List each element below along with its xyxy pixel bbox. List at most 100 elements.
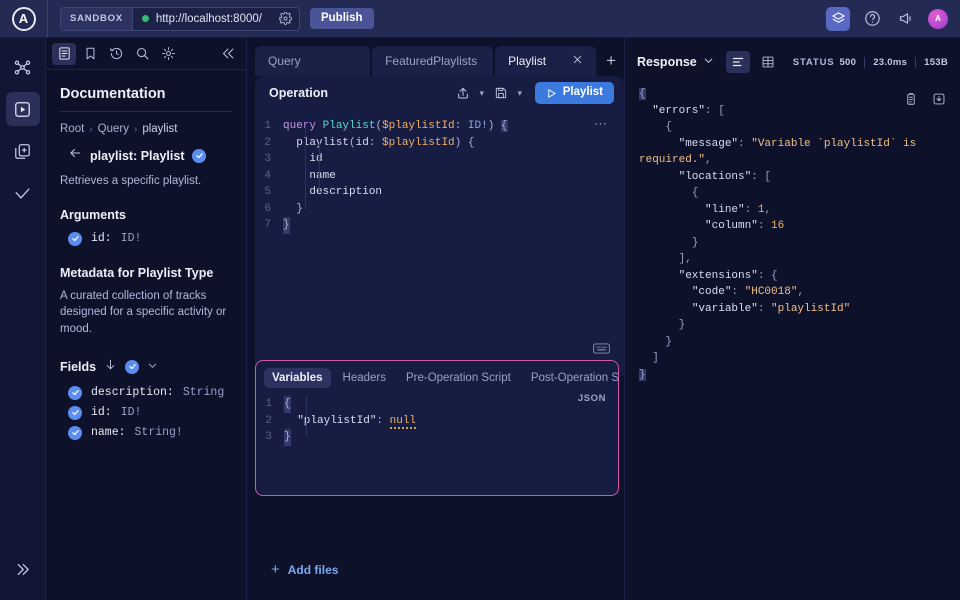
- check-circle-icon[interactable]: [125, 360, 139, 374]
- fields-label: Fields: [60, 360, 96, 374]
- tab-featuredplaylists[interactable]: FeaturedPlaylists: [372, 46, 493, 76]
- close-icon[interactable]: [572, 54, 583, 68]
- documentation-field-name: playlist: Playlist: [90, 149, 184, 163]
- breadcrumb-item-root[interactable]: Root: [60, 123, 84, 135]
- sandbox-badge: SANDBOX: [61, 8, 133, 30]
- breadcrumb-item-query[interactable]: Query: [98, 123, 129, 135]
- documentation-description: Retrieves a specific playlist.: [60, 171, 232, 190]
- field-row[interactable]: description: String: [60, 383, 232, 403]
- variables-editor[interactable]: JSON 1 { 2 "playlistId": null 3 }: [256, 388, 618, 446]
- variables-tab-bar: Variables Headers Pre-Operation Script P…: [256, 361, 618, 388]
- response-line: required.",: [625, 152, 960, 169]
- keyboard-icon[interactable]: [593, 342, 610, 360]
- response-line: "code": "HC0018",: [625, 284, 960, 301]
- field-name: name:: [91, 426, 126, 439]
- megaphone-icon[interactable]: [894, 7, 918, 31]
- code-line: 2 "playlistId": null: [256, 413, 618, 430]
- chevron-down-icon[interactable]: [703, 53, 714, 71]
- avatar[interactable]: A: [928, 9, 948, 29]
- code-line: 3 }: [256, 429, 618, 446]
- response-tools: [904, 92, 946, 111]
- top-bar-actions: A: [826, 7, 960, 31]
- response-line: ]: [625, 350, 960, 367]
- history-icon[interactable]: [104, 43, 128, 65]
- back-arrow-icon[interactable]: [68, 146, 82, 165]
- field-row[interactable]: id: ID!: [60, 403, 232, 423]
- code-line: 1 query Playlist($playlistId: ID!) {: [255, 118, 624, 135]
- save-icon[interactable]: [491, 83, 511, 103]
- code-line-text: id: [283, 151, 323, 168]
- table-view-icon[interactable]: [756, 51, 780, 73]
- argument-row[interactable]: id: ID!: [60, 230, 232, 248]
- docs-icon[interactable]: [52, 43, 76, 65]
- chevron-down-icon[interactable]: ▾: [476, 88, 488, 99]
- line-number: 4: [255, 168, 283, 185]
- download-icon[interactable]: [932, 92, 946, 111]
- field-row[interactable]: name: String!: [60, 423, 232, 443]
- tab-pre-operation-script[interactable]: Pre-Operation Script: [398, 368, 519, 388]
- operation-actions: ▾ ▾ Playlist: [453, 82, 614, 104]
- help-icon[interactable]: [860, 7, 884, 31]
- endpoint-url-text[interactable]: http://localhost:8000/: [156, 13, 272, 25]
- settings-icon[interactable]: [156, 43, 180, 65]
- add-files-button[interactable]: + Add files: [271, 561, 338, 578]
- tab-headers[interactable]: Headers: [335, 368, 394, 388]
- divider: [864, 57, 865, 68]
- code-line-text: }: [283, 201, 303, 218]
- tab-label: FeaturedPlaylists: [385, 54, 477, 68]
- bookmark-icon[interactable]: [78, 43, 102, 65]
- publish-button[interactable]: Publish: [310, 8, 374, 30]
- json-view-icon[interactable]: [726, 51, 750, 73]
- top-bar: A SANDBOX http://localhost:8000/ Publish: [0, 0, 960, 38]
- code-line-text: name: [283, 168, 336, 185]
- tab-label: Query: [268, 54, 301, 68]
- sidebar-item-checks[interactable]: [6, 176, 40, 210]
- operation-column: Query FeaturedPlaylists Playlist + Opera…: [247, 38, 624, 600]
- check-circle-icon[interactable]: [68, 386, 82, 400]
- new-tab-button[interactable]: +: [598, 46, 624, 76]
- run-operation-button[interactable]: Playlist: [535, 82, 614, 104]
- collapse-panel-icon[interactable]: [216, 43, 240, 65]
- field-type: String: [183, 386, 224, 399]
- run-operation-label: Playlist: [563, 87, 603, 99]
- metadata-heading: Metadata for Playlist Type: [60, 248, 232, 288]
- sidebar-item-explorer[interactable]: [6, 92, 40, 126]
- check-circle-icon[interactable]: [68, 406, 82, 420]
- operation-code-editor[interactable]: ⋯ 1 query Playlist($playlistId: ID!) { 2…: [255, 110, 624, 370]
- line-number: 1: [256, 396, 284, 413]
- tab-playlist[interactable]: Playlist: [495, 46, 596, 76]
- share-icon[interactable]: [453, 83, 473, 103]
- field-type: String!: [135, 426, 183, 439]
- documentation-toolbar: [46, 38, 246, 70]
- sidebar-item-graph[interactable]: [6, 50, 40, 84]
- search-icon[interactable]: [130, 43, 154, 65]
- response-line: "locations": [: [625, 169, 960, 186]
- breadcrumb-separator: ›: [134, 124, 137, 135]
- layers-icon[interactable]: [826, 7, 850, 31]
- tab-query[interactable]: Query: [255, 46, 370, 76]
- endpoint-url-bar[interactable]: SANDBOX http://localhost:8000/: [60, 7, 300, 31]
- response-status-bar: STATUS 500 23.0ms 153B: [793, 57, 948, 68]
- tab-variables[interactable]: Variables: [264, 368, 331, 388]
- check-circle-icon[interactable]: [68, 426, 82, 440]
- response-line: "column": 16: [625, 218, 960, 235]
- chevron-down-icon[interactable]: [147, 358, 158, 376]
- sort-arrow-icon[interactable]: [104, 358, 117, 376]
- apollo-logo[interactable]: A: [0, 0, 48, 38]
- check-circle-icon[interactable]: [68, 232, 82, 246]
- sidebar-item-collections[interactable]: [6, 134, 40, 168]
- status-badge: 500: [839, 57, 856, 68]
- tab-post-operation-script[interactable]: Post-Operation S: [523, 368, 618, 388]
- breadcrumb-item-playlist[interactable]: playlist: [142, 123, 177, 135]
- check-circle-icon[interactable]: [192, 149, 206, 163]
- response-body[interactable]: { "errors": [ { "message": "Variable `pl…: [625, 86, 960, 383]
- more-icon[interactable]: ⋯: [594, 116, 608, 132]
- fields-header: Fields: [60, 338, 232, 383]
- gear-icon[interactable]: [272, 12, 299, 25]
- rail-expand-icon[interactable]: [6, 552, 40, 586]
- status-label: STATUS: [793, 57, 835, 68]
- response-line: "extensions": {: [625, 268, 960, 285]
- copy-icon[interactable]: [904, 92, 918, 111]
- chevron-down-icon[interactable]: ▾: [514, 88, 526, 99]
- page-title: Documentation: [60, 86, 232, 112]
